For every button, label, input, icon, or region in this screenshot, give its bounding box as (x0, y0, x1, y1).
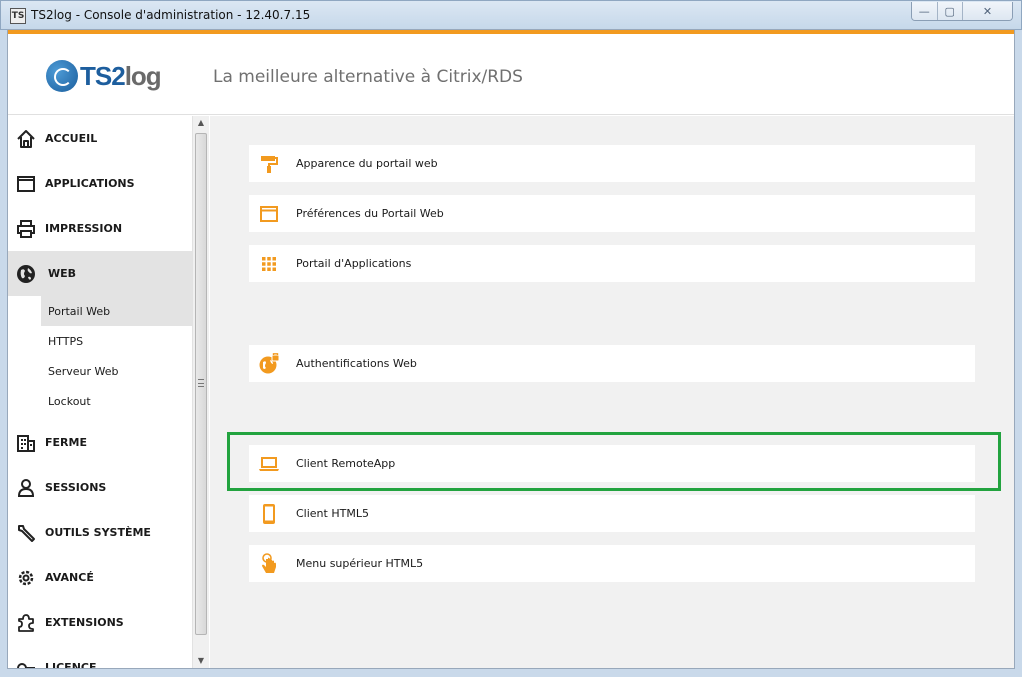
title-bar: TS TS2log - Console d'administration - 1… (0, 0, 1022, 30)
sidebar-subitem-label: Serveur Web (48, 364, 119, 378)
app-frame: TS2log La meilleure alternative à Citrix… (7, 29, 1015, 669)
logo: TS2log (46, 60, 162, 92)
tagline: La meilleure alternative à Citrix/RDS (213, 67, 523, 87)
card-label: Portail d'Applications (296, 257, 412, 270)
sidebar-item-label: AVANCÉ (45, 571, 94, 584)
sidebar-item-avance[interactable]: AVANCÉ (8, 555, 192, 600)
sidebar-subitem-lockout[interactable]: Lockout (41, 386, 192, 416)
printer-icon (16, 219, 36, 239)
hand-pointer-icon (258, 552, 280, 575)
user-icon (16, 478, 36, 498)
sidebar-item-licence[interactable]: LICENCE (8, 645, 192, 669)
sidebar-subitem-label: Portail Web (48, 304, 111, 318)
minimize-button[interactable]: — (912, 2, 938, 20)
sidebar-item-label: OUTILS SYSTÈME (45, 526, 151, 539)
maximize-button[interactable]: ▢ (937, 2, 963, 20)
smartphone-icon (258, 503, 280, 525)
card-preferences-portail-web[interactable]: Préférences du Portail Web (249, 195, 975, 232)
sidebar-item-ferme[interactable]: FERME (8, 420, 192, 465)
sidebar-item-extensions[interactable]: EXTENSIONS (8, 600, 192, 645)
wrench-icon (16, 523, 36, 543)
sidebar: ACCUEIL APPLICATIONS IMPRESSION WEB Port… (8, 116, 192, 669)
sidebar-subitem-https[interactable]: HTTPS (41, 326, 192, 356)
key-icon (16, 658, 36, 668)
logo-text: TS2log (80, 60, 162, 92)
scroll-down-arrow[interactable]: ▼ (193, 654, 209, 668)
paint-roller-icon (258, 153, 280, 175)
card-menu-superieur-html5[interactable]: Menu supérieur HTML5 (249, 545, 975, 582)
card-label: Préférences du Portail Web (296, 207, 444, 220)
sidebar-subitem-serveur-web[interactable]: Serveur Web (41, 356, 192, 386)
globe-icon (16, 264, 36, 284)
logo-text-ts: TS2 (80, 60, 126, 91)
card-label: Client HTML5 (296, 507, 369, 520)
card-label: Authentifications Web (296, 357, 417, 370)
window-controls: — ▢ ✕ (911, 2, 1013, 21)
close-button[interactable]: ✕ (963, 2, 1012, 20)
sidebar-item-label: EXTENSIONS (45, 616, 124, 629)
main-content: Apparence du portail web Préférences du … (210, 116, 1014, 668)
building-icon (16, 433, 36, 453)
card-label: Apparence du portail web (296, 157, 438, 170)
gear-icon (16, 568, 36, 588)
app-icon: TS (10, 8, 26, 24)
sidebar-subitem-label: Lockout (48, 394, 91, 408)
puzzle-icon (16, 613, 36, 633)
card-client-html5[interactable]: Client HTML5 (249, 495, 975, 532)
sidebar-item-label: APPLICATIONS (45, 177, 135, 190)
sidebar-item-sessions[interactable]: SESSIONS (8, 465, 192, 510)
scroll-thumb[interactable] (195, 133, 207, 635)
sidebar-item-label: SESSIONS (45, 481, 107, 494)
sidebar-item-label: IMPRESSION (45, 222, 123, 235)
card-apparence-portail-web[interactable]: Apparence du portail web (249, 145, 975, 182)
sidebar-item-label: WEB (48, 267, 77, 280)
home-icon (16, 129, 36, 149)
window-title: TS2log - Console d'administration - 12.4… (31, 8, 311, 22)
sidebar-item-applications[interactable]: APPLICATIONS (8, 161, 192, 206)
highlight-box (227, 432, 1001, 491)
scroll-grip (198, 379, 204, 387)
grid-icon (258, 253, 280, 275)
logo-icon (46, 60, 78, 92)
sidebar-item-outils-systeme[interactable]: OUTILS SYSTÈME (8, 510, 192, 555)
sidebar-item-label: LICENCE (45, 661, 97, 669)
window-icon (16, 174, 36, 194)
scroll-up-arrow[interactable]: ▲ (193, 116, 209, 130)
sidebar-item-label: FERME (45, 436, 87, 449)
card-authentifications-web[interactable]: Authentifications Web (249, 345, 975, 382)
card-portail-applications[interactable]: Portail d'Applications (249, 245, 975, 282)
sidebar-subitem-label: HTTPS (48, 334, 84, 348)
header: TS2log La meilleure alternative à Citrix… (8, 34, 1014, 115)
logo-text-log: log (124, 60, 162, 91)
sidebar-item-impression[interactable]: IMPRESSION (8, 206, 192, 251)
globe-lock-icon (258, 352, 280, 375)
card-label: Menu supérieur HTML5 (296, 557, 424, 570)
sidebar-item-accueil[interactable]: ACCUEIL (8, 116, 192, 161)
browser-window-icon (258, 203, 280, 225)
sidebar-scrollbar[interactable]: ▲ ▼ (192, 116, 209, 668)
sidebar-subitem-portail-web[interactable]: Portail Web (41, 296, 192, 326)
sidebar-item-web[interactable]: WEB (8, 251, 192, 296)
sidebar-item-label: ACCUEIL (45, 132, 98, 145)
